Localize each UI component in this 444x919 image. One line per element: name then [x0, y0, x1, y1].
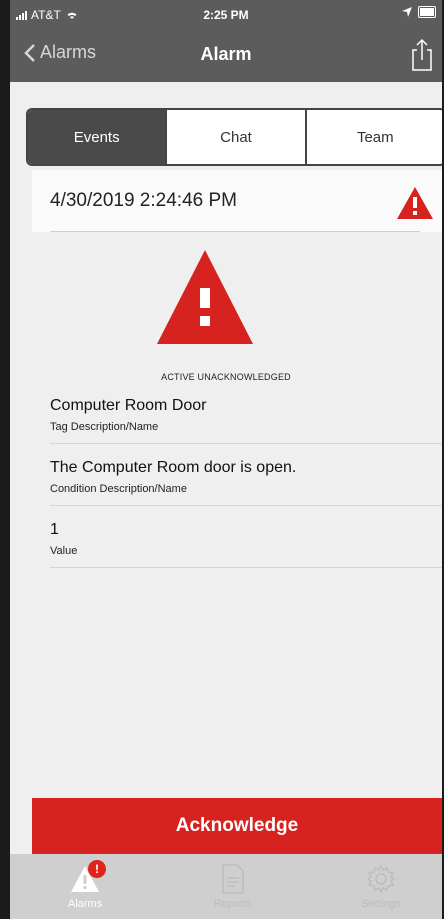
value-field: 1 Value	[50, 521, 442, 568]
tag-field: Computer Room Door Tag Description/Name	[50, 397, 442, 444]
status-bar: AT&T 2:25 PM	[10, 0, 442, 30]
status-right	[402, 6, 436, 18]
acknowledge-button[interactable]: Acknowledge	[32, 798, 442, 854]
value-value: 1	[50, 521, 59, 538]
alarm-warning-icon	[157, 250, 253, 344]
tabbar-alarms-label: Alarms	[67, 898, 103, 910]
divider	[50, 443, 442, 444]
reports-icon	[222, 864, 244, 894]
condition-label: Condition Description/Name	[50, 483, 187, 495]
divider	[50, 231, 420, 232]
status-time: 2:25 PM	[203, 8, 249, 22]
battery-icon	[418, 6, 436, 18]
tag-value: Computer Room Door	[50, 397, 207, 414]
tabbar-settings[interactable]: Settings	[326, 860, 436, 910]
condition-value: The Computer Room door is open.	[50, 459, 297, 476]
share-icon	[412, 38, 432, 71]
alarm-state: ACTIVE UNACKNOWLEDGED	[161, 372, 291, 382]
location-icon	[402, 7, 412, 17]
tab-events[interactable]: Events	[28, 110, 166, 164]
condition-field: The Computer Room door is open. Conditio…	[50, 459, 442, 506]
phone-screen: AT&T 2:25 PM Alarms Alarm Events Chat Te…	[10, 0, 442, 919]
tabbar-alarms[interactable]: ! Alarms	[30, 860, 140, 910]
tab-bar: ! Alarms Reports Settings	[10, 854, 442, 919]
warning-icon	[397, 187, 433, 219]
tabbar-reports[interactable]: Reports	[178, 860, 288, 910]
tab-team[interactable]: Team	[304, 110, 442, 164]
divider	[50, 505, 442, 506]
tabbar-settings-label: Settings	[361, 898, 401, 910]
divider	[50, 567, 442, 568]
navigation-bar: Alarms Alarm	[10, 30, 442, 82]
gear-icon	[366, 864, 396, 894]
value-label: Value	[50, 545, 78, 557]
tab-chat[interactable]: Chat	[165, 110, 304, 164]
share-button[interactable]	[410, 38, 434, 77]
segmented-control: Events Chat Team	[26, 108, 442, 166]
tabbar-reports-label: Reports	[213, 898, 253, 910]
top-bar: AT&T 2:25 PM Alarms Alarm	[10, 0, 442, 82]
event-header: 4/30/2019 2:24:46 PM	[32, 170, 442, 232]
alarm-count-badge: !	[88, 860, 106, 878]
page-title: Alarm	[200, 44, 252, 64]
event-timestamp: 4/30/2019 2:24:46 PM	[50, 190, 237, 211]
tag-label: Tag Description/Name	[50, 421, 159, 433]
